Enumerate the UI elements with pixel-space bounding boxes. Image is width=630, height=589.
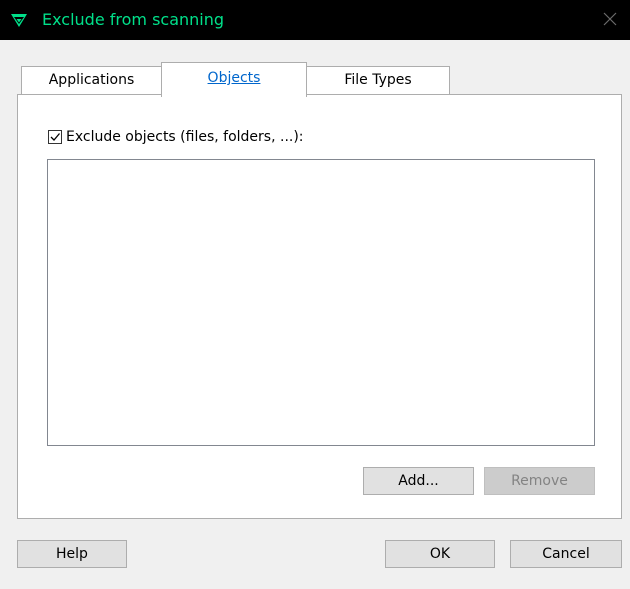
tab-applications[interactable]: Applications bbox=[21, 66, 162, 95]
exclude-dialog: Exclude from scanning Applications Objec… bbox=[0, 0, 630, 589]
title-bar: Exclude from scanning bbox=[0, 0, 630, 40]
add-button[interactable]: Add... bbox=[363, 467, 474, 495]
tab-label: Applications bbox=[48, 72, 135, 88]
objects-list[interactable] bbox=[47, 159, 595, 446]
exclude-objects-checkbox[interactable] bbox=[48, 130, 62, 144]
shield-logo-icon bbox=[11, 13, 27, 27]
close-icon bbox=[603, 11, 617, 30]
tab-label: Objects bbox=[207, 70, 261, 86]
tab-file-types[interactable]: File Types bbox=[306, 66, 450, 95]
remove-button[interactable]: Remove bbox=[484, 467, 595, 495]
ok-button[interactable]: OK bbox=[385, 540, 495, 568]
close-button[interactable] bbox=[590, 0, 630, 40]
tab-label: File Types bbox=[344, 72, 412, 88]
cancel-button[interactable]: Cancel bbox=[510, 540, 622, 568]
objects-tab-panel: Exclude objects (files, folders, ...): A… bbox=[17, 94, 622, 519]
exclude-objects-checkbox-row[interactable]: Exclude objects (files, folders, ...): bbox=[48, 127, 304, 147]
exclude-objects-label: Exclude objects (files, folders, ...): bbox=[66, 129, 304, 145]
help-button[interactable]: Help bbox=[17, 540, 127, 568]
tab-objects[interactable]: Objects bbox=[161, 62, 307, 97]
window-title: Exclude from scanning bbox=[42, 10, 225, 29]
